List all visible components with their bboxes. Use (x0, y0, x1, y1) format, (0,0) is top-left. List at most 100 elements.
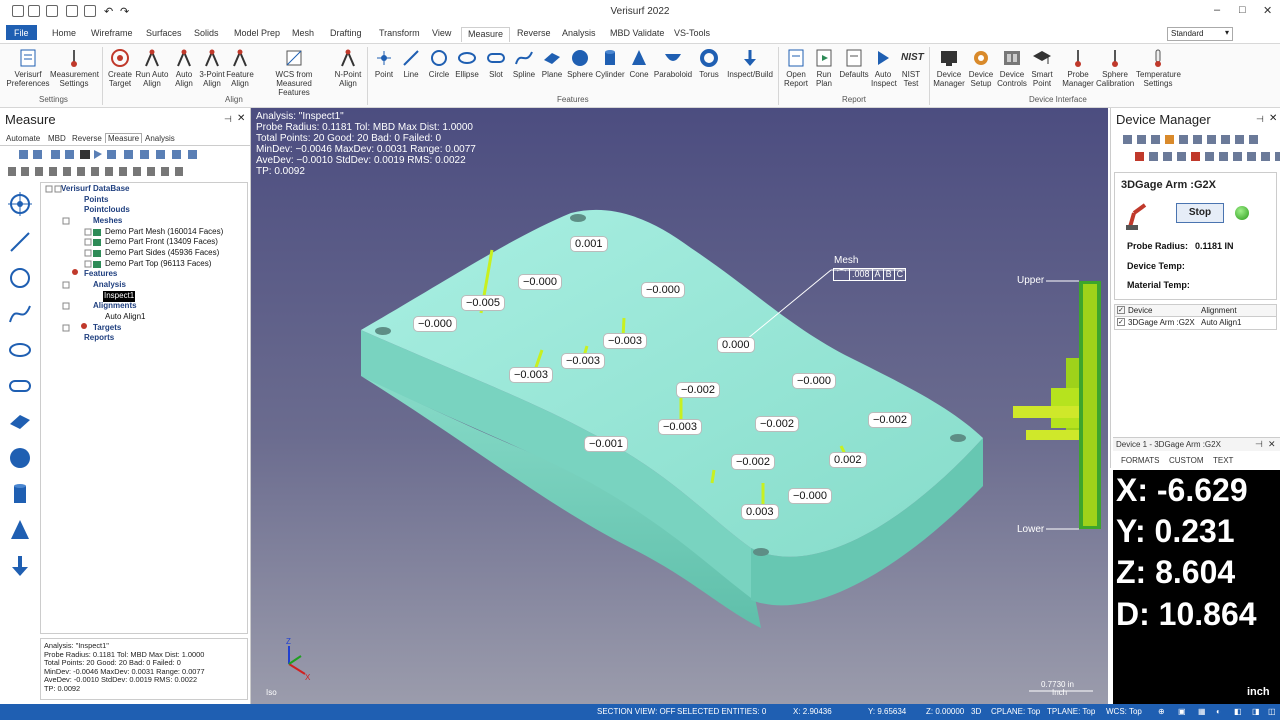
view-icon[interactable]: ▣ (1178, 707, 1186, 716)
spline-tool-icon[interactable] (8, 302, 32, 326)
deviation-label[interactable]: −0.003 (603, 333, 647, 349)
grid-icon[interactable]: ▦ (1198, 707, 1206, 716)
sphere-button[interactable]: Sphere (566, 48, 594, 79)
nist-test-button[interactable]: NIST NIST Test (898, 48, 924, 88)
tab-analysis[interactable]: Analysis (145, 134, 175, 143)
run-plan-button[interactable]: Run Plan (812, 48, 836, 88)
deviation-label[interactable]: −0.000 (518, 274, 562, 290)
menu-transform[interactable]: Transform (379, 27, 420, 42)
globe-icon[interactable]: ⊕ (1158, 707, 1165, 716)
tree-item-mesh[interactable]: Demo Part Front (13409 Faces) (105, 237, 218, 248)
measurement-settings-button[interactable]: Measurement Settings (50, 48, 99, 88)
mode-3d[interactable]: 3D (971, 707, 981, 716)
deviation-label[interactable]: −0.001 (584, 436, 628, 452)
ellipse-tool-icon[interactable] (8, 338, 32, 362)
auto-align-button[interactable]: Auto Align (171, 48, 197, 88)
close-button[interactable]: ✕ (1263, 4, 1272, 17)
sphere-calibration-button[interactable]: Sphere Calibration (1096, 48, 1134, 88)
line-button[interactable]: Line (398, 48, 424, 79)
deviation-label[interactable]: −0.000 (413, 316, 457, 332)
run-auto-align-button[interactable]: Run Auto Align (135, 48, 169, 88)
cone-button[interactable]: Cone (627, 48, 651, 79)
tab-formats[interactable]: FORMATS (1121, 456, 1160, 465)
probe-manager-button[interactable]: Probe Manager (1062, 48, 1094, 88)
temperature-settings-button[interactable]: Temperature Settings (1136, 48, 1181, 88)
sphere-tool-icon[interactable] (8, 446, 32, 470)
three-point-align-button[interactable]: 3-Point Align (198, 48, 226, 88)
deviation-label[interactable]: −0.000 (641, 282, 685, 298)
deviation-label[interactable]: −0.000 (792, 373, 836, 389)
display-icon[interactable]: ◧ (1234, 707, 1242, 716)
auto-inspect-button[interactable]: Auto Inspect (871, 48, 897, 88)
defaults-button[interactable]: Defaults (838, 48, 870, 79)
plane-button[interactable]: Plane (539, 48, 565, 79)
settings-icon[interactable]: ◫ (1268, 707, 1276, 716)
deviation-label[interactable]: −0.000 (788, 488, 832, 504)
menu-vs-tools[interactable]: VS-Tools (674, 27, 710, 42)
pin-icon[interactable]: ⊣ (224, 114, 232, 125)
part-model[interactable]: Z X (251, 108, 1108, 704)
menu-model-prep[interactable]: Model Prep (234, 27, 280, 42)
tree-item-mesh[interactable]: Demo Part Sides (45936 Faces) (105, 248, 219, 259)
cplane-status[interactable]: CPLANE: Top (991, 707, 1040, 716)
style-select[interactable]: Standard ▾ (1167, 27, 1233, 41)
menu-drafting[interactable]: Drafting (330, 27, 362, 42)
menu-home[interactable]: Home (52, 27, 76, 42)
close-icon[interactable]: ✕ (1269, 113, 1277, 124)
point-tool-icon[interactable] (8, 192, 32, 216)
deviation-label[interactable]: −0.003 (561, 353, 605, 369)
menu-mesh[interactable]: Mesh (292, 27, 314, 42)
ellipse-button[interactable]: Ellipse (453, 48, 481, 79)
tab-custom[interactable]: CUSTOM (1169, 456, 1204, 465)
tab-reverse[interactable]: Reverse (72, 134, 102, 143)
toolbar-icons[interactable] (6, 149, 206, 161)
menu-analysis[interactable]: Analysis (562, 27, 596, 42)
verisurf-preferences-button[interactable]: Verisurf Preferences (6, 48, 50, 88)
deviation-label[interactable]: −0.002 (755, 416, 799, 432)
wcs-status[interactable]: WCS: Top (1106, 707, 1142, 716)
row-checkbox[interactable]: ✓ (1117, 318, 1125, 326)
tree-item-mesh[interactable]: Demo Part Top (96113 Faces) (105, 259, 211, 270)
deviation-label[interactable]: 0.002 (829, 452, 867, 468)
section-view-status[interactable]: SECTION VIEW: OFF (597, 707, 676, 716)
point-button[interactable]: Point (371, 48, 397, 79)
minimize-button[interactable]: – (1214, 4, 1220, 16)
deviation-label[interactable]: −0.002 (868, 412, 912, 428)
open-report-button[interactable]: Open Report (782, 48, 810, 88)
device-toolbar[interactable] (1121, 133, 1280, 165)
device-controls-button[interactable]: Device Controls (996, 48, 1028, 88)
deviation-label[interactable]: −0.002 (676, 382, 720, 398)
close-icon[interactable]: ✕ (237, 113, 245, 124)
wcs-from-measured-features-button[interactable]: WCS from Measured Features (260, 48, 328, 97)
maximize-button[interactable]: □ (1239, 4, 1246, 16)
deviation-label[interactable]: 0.003 (741, 504, 779, 520)
spline-button[interactable]: Spline (510, 48, 538, 79)
menu-surfaces[interactable]: Surfaces (146, 27, 182, 42)
deviation-label[interactable]: −0.005 (461, 295, 505, 311)
graphics-viewport[interactable]: Analysis: "Inspect1" Probe Radius: 0.118… (251, 108, 1108, 704)
create-target-button[interactable]: Create Target (106, 48, 134, 88)
pin-icon[interactable]: ⊣ (1256, 114, 1264, 125)
line-tool-icon[interactable] (8, 230, 32, 254)
tplane-status[interactable]: TPLANE: Top (1047, 707, 1095, 716)
shade-icon[interactable]: ◐ (1216, 707, 1221, 716)
tab-text[interactable]: TEXT (1213, 456, 1233, 465)
slot-tool-icon[interactable] (8, 374, 32, 398)
menu-measure[interactable]: Measure (461, 27, 511, 42)
deviation-label[interactable]: −0.003 (658, 419, 702, 435)
deviation-label[interactable]: −0.003 (509, 367, 553, 383)
smart-point-button[interactable]: Smart Point (1029, 48, 1055, 88)
select-all-checkbox[interactable]: ✓ (1117, 306, 1125, 314)
menu-reverse[interactable]: Reverse (517, 27, 551, 42)
tab-automate[interactable]: Automate (6, 134, 40, 143)
deviation-label[interactable]: 0.000 (717, 337, 755, 353)
tab-mbd[interactable]: MBD (48, 134, 66, 143)
n-point-align-button[interactable]: N-Point Align (332, 48, 364, 88)
close-icon[interactable]: ✕ (1268, 439, 1276, 450)
device-setup-button[interactable]: Device Setup (967, 48, 995, 88)
device-manager-button[interactable]: Device Manager (932, 48, 966, 88)
menu-wireframe[interactable]: Wireframe (91, 27, 133, 42)
menu-view[interactable]: View (432, 27, 451, 42)
table-row[interactable]: ✓ 3DGage Arm :G2X Auto Align1 (1114, 317, 1277, 330)
inspect-tool-icon[interactable] (8, 554, 32, 578)
